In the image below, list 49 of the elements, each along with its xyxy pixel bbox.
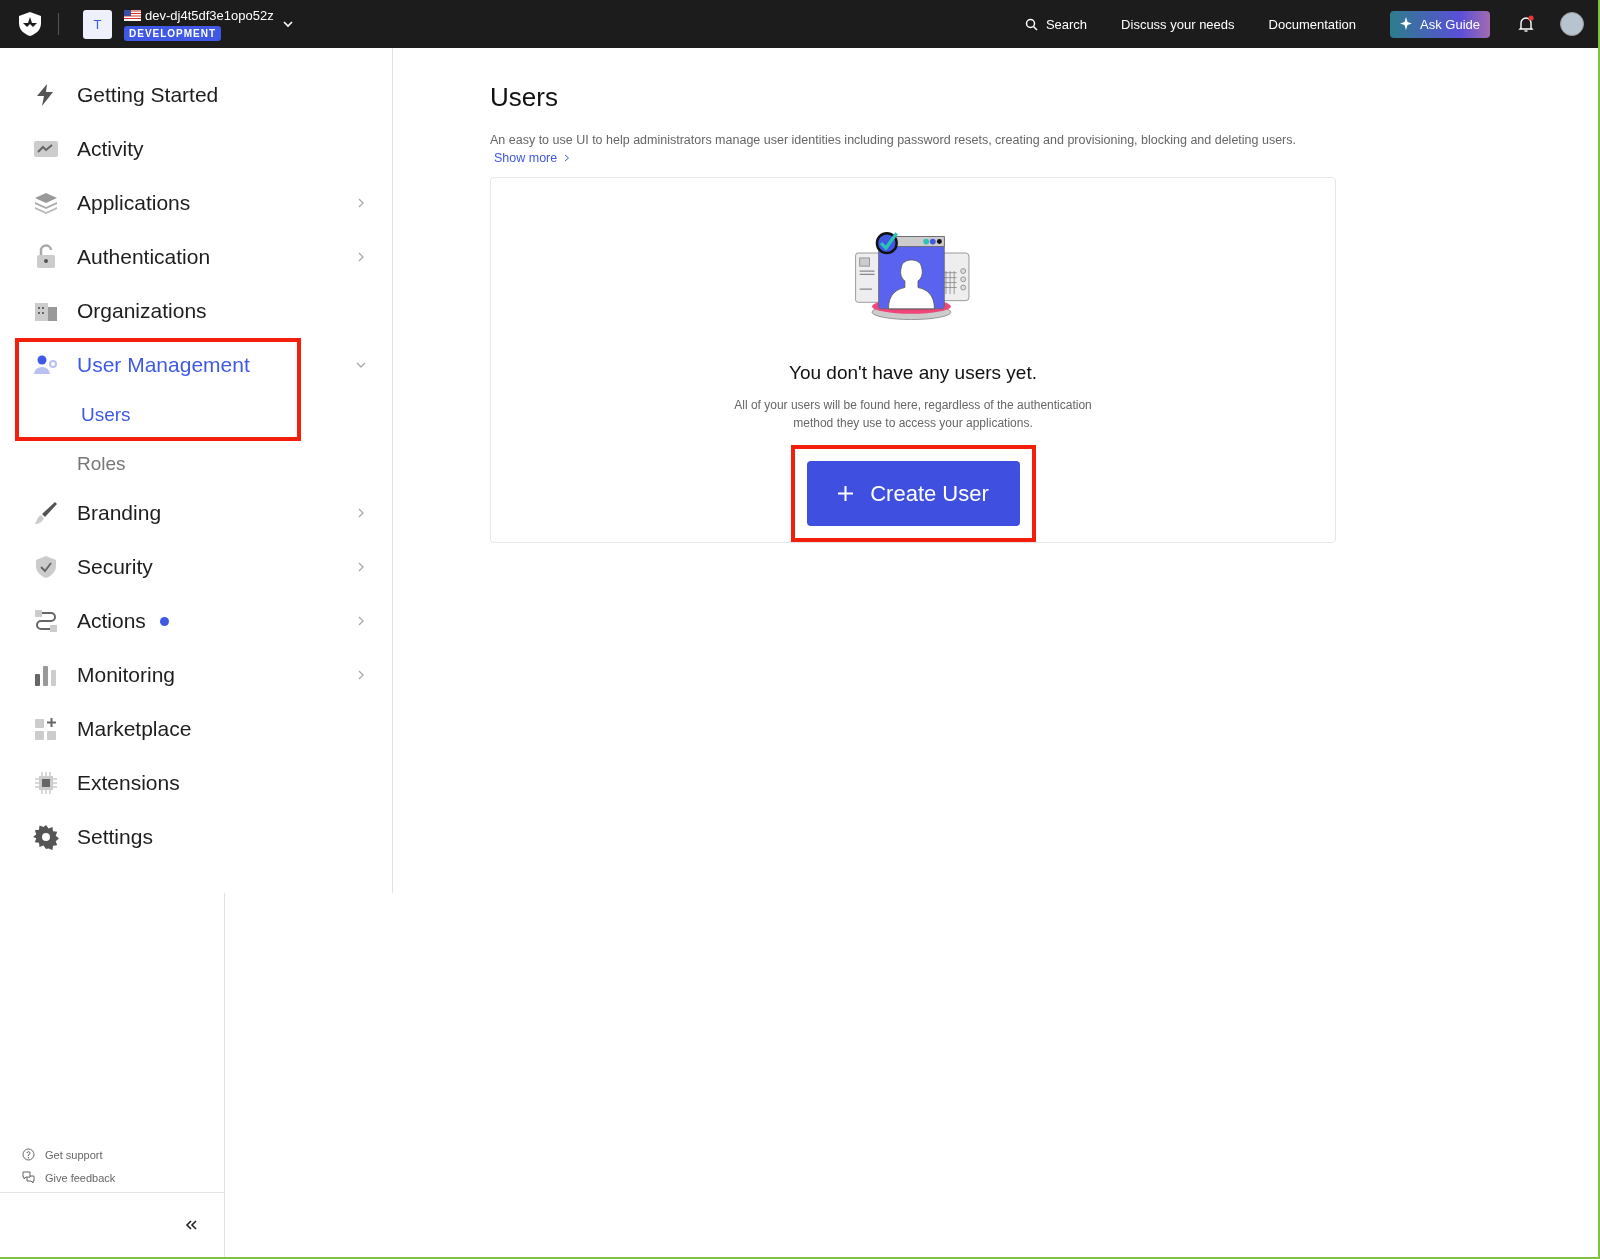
nav-item[interactable]: Getting Started bbox=[15, 68, 393, 122]
nav-item[interactable]: Activity bbox=[15, 122, 393, 176]
nav-item[interactable]: Actions bbox=[15, 594, 393, 648]
shield-logo-icon[interactable] bbox=[18, 11, 42, 37]
footer-link[interactable]: Give feedback bbox=[22, 1171, 224, 1184]
caret-icon[interactable] bbox=[281, 18, 294, 30]
nav-subitem[interactable]: Roles bbox=[15, 441, 392, 486]
nav-item-icon bbox=[33, 608, 59, 634]
chevron-right-icon bbox=[563, 154, 572, 162]
help-icon bbox=[22, 1148, 35, 1161]
bell-icon[interactable] bbox=[1518, 15, 1534, 33]
collapse-sidebar-button[interactable] bbox=[184, 1218, 198, 1232]
search-icon bbox=[1024, 17, 1038, 31]
nav-item[interactable]: Settings bbox=[15, 810, 393, 864]
search-button[interactable]: Search bbox=[1024, 16, 1088, 32]
nav-item[interactable]: User Management bbox=[15, 338, 393, 392]
nav-item-icon bbox=[33, 500, 59, 526]
chat-bubbles-icon bbox=[22, 1171, 35, 1184]
tenant-avatar[interactable]: T bbox=[83, 9, 112, 39]
nav-item[interactable]: Applications bbox=[15, 176, 393, 230]
sparkle-icon bbox=[1400, 17, 1414, 31]
nav-item-icon bbox=[33, 770, 59, 796]
header-link[interactable]: Discuss your needs bbox=[1121, 16, 1235, 32]
create-user-button[interactable]: Create User bbox=[806, 461, 1020, 526]
page-description: An easy to use UI to help administrators manage user identities including password resets, creating and provisioning, blocking and deleting users. bbox=[490, 133, 1297, 147]
nav-item-icon bbox=[33, 190, 59, 216]
show-more-link[interactable]: Show more bbox=[490, 151, 572, 165]
nav-item[interactable]: Marketplace bbox=[15, 702, 393, 756]
empty-state-heading: You don't have any users yet. bbox=[789, 362, 1037, 384]
nav-item[interactable]: Branding bbox=[15, 486, 393, 540]
flag-icon bbox=[124, 9, 141, 21]
nav-item[interactable]: Organizations bbox=[15, 284, 393, 338]
environment-badge: DEVELOPMENT bbox=[124, 25, 222, 41]
header-link[interactable]: Documentation bbox=[1268, 16, 1356, 32]
nav-item-icon bbox=[33, 716, 59, 742]
ask-guide-button[interactable]: Ask Guide bbox=[1390, 10, 1490, 38]
nav-subitem[interactable]: Users bbox=[19, 392, 131, 437]
plus-icon bbox=[837, 485, 855, 502]
nav-item-icon bbox=[33, 824, 59, 850]
user-avatar[interactable] bbox=[1560, 12, 1584, 36]
nav-item[interactable]: Security bbox=[15, 540, 393, 594]
nav-item[interactable]: Authentication bbox=[15, 230, 393, 284]
nav-item[interactable]: Monitoring bbox=[15, 648, 393, 702]
nav-item[interactable]: Extensions bbox=[15, 756, 393, 810]
footer-link[interactable]: Get support bbox=[22, 1148, 224, 1161]
empty-state-text: All of your users will be found here, regardless of the authentication method they use to access your applications. bbox=[733, 397, 1093, 432]
nav-item-icon bbox=[33, 554, 59, 580]
tenant-name[interactable]: dev-dj4t5df3e1opo52z bbox=[145, 7, 274, 23]
page-title: Users bbox=[490, 82, 559, 113]
